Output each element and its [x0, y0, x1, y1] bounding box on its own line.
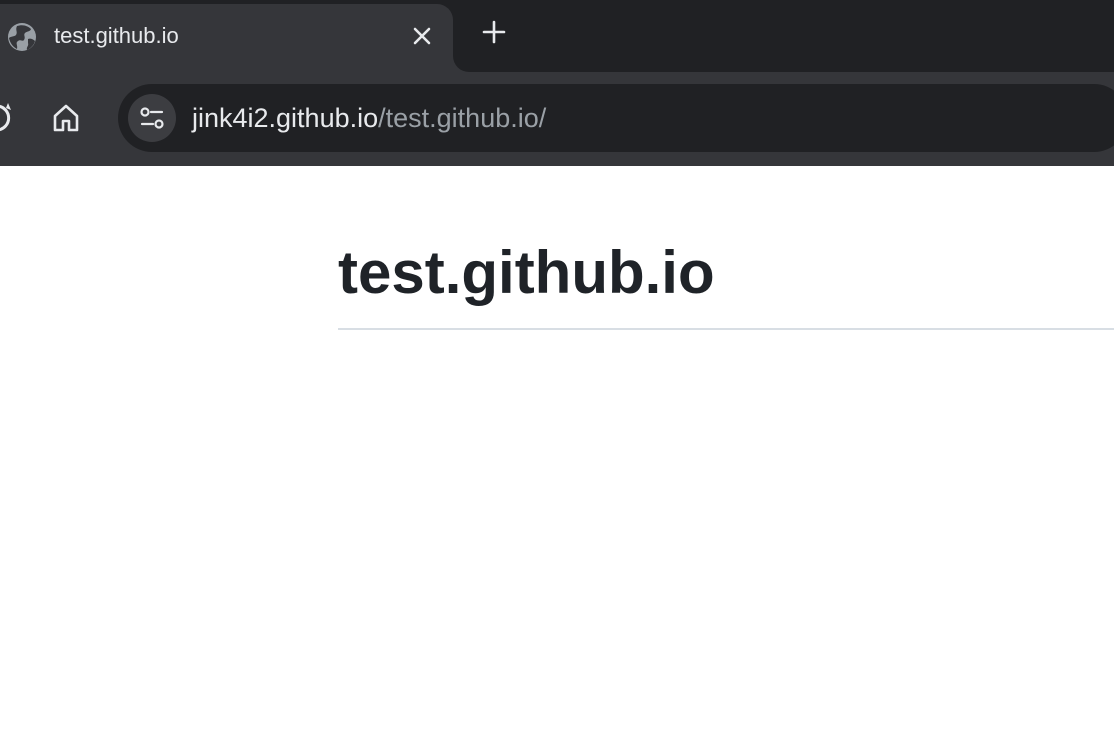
home-icon[interactable] — [46, 96, 86, 140]
active-tab[interactable]: test.github.io — [0, 4, 453, 72]
page-content: test.github.io — [0, 166, 1114, 746]
close-icon[interactable] — [406, 20, 438, 52]
url-path: /test.github.io/ — [378, 103, 547, 133]
address-bar[interactable]: jink4i2.github.io/test.github.io/ — [118, 84, 1114, 152]
tune-icon[interactable] — [128, 94, 176, 142]
tab-curve — [453, 52, 473, 72]
reload-icon[interactable] — [0, 100, 16, 136]
heading-divider — [338, 328, 1114, 330]
tab-title: test.github.io — [54, 23, 179, 48]
globe-icon — [7, 22, 37, 52]
page-title: test.github.io — [338, 239, 715, 306]
browser-toolbar: jink4i2.github.io/test.github.io/ — [0, 72, 1114, 166]
url-host: jink4i2.github.io — [192, 103, 379, 133]
url-text[interactable]: jink4i2.github.io/test.github.io/ — [192, 102, 546, 134]
plus-icon[interactable] — [476, 14, 512, 50]
tab-strip: test.github.io — [0, 0, 1114, 72]
